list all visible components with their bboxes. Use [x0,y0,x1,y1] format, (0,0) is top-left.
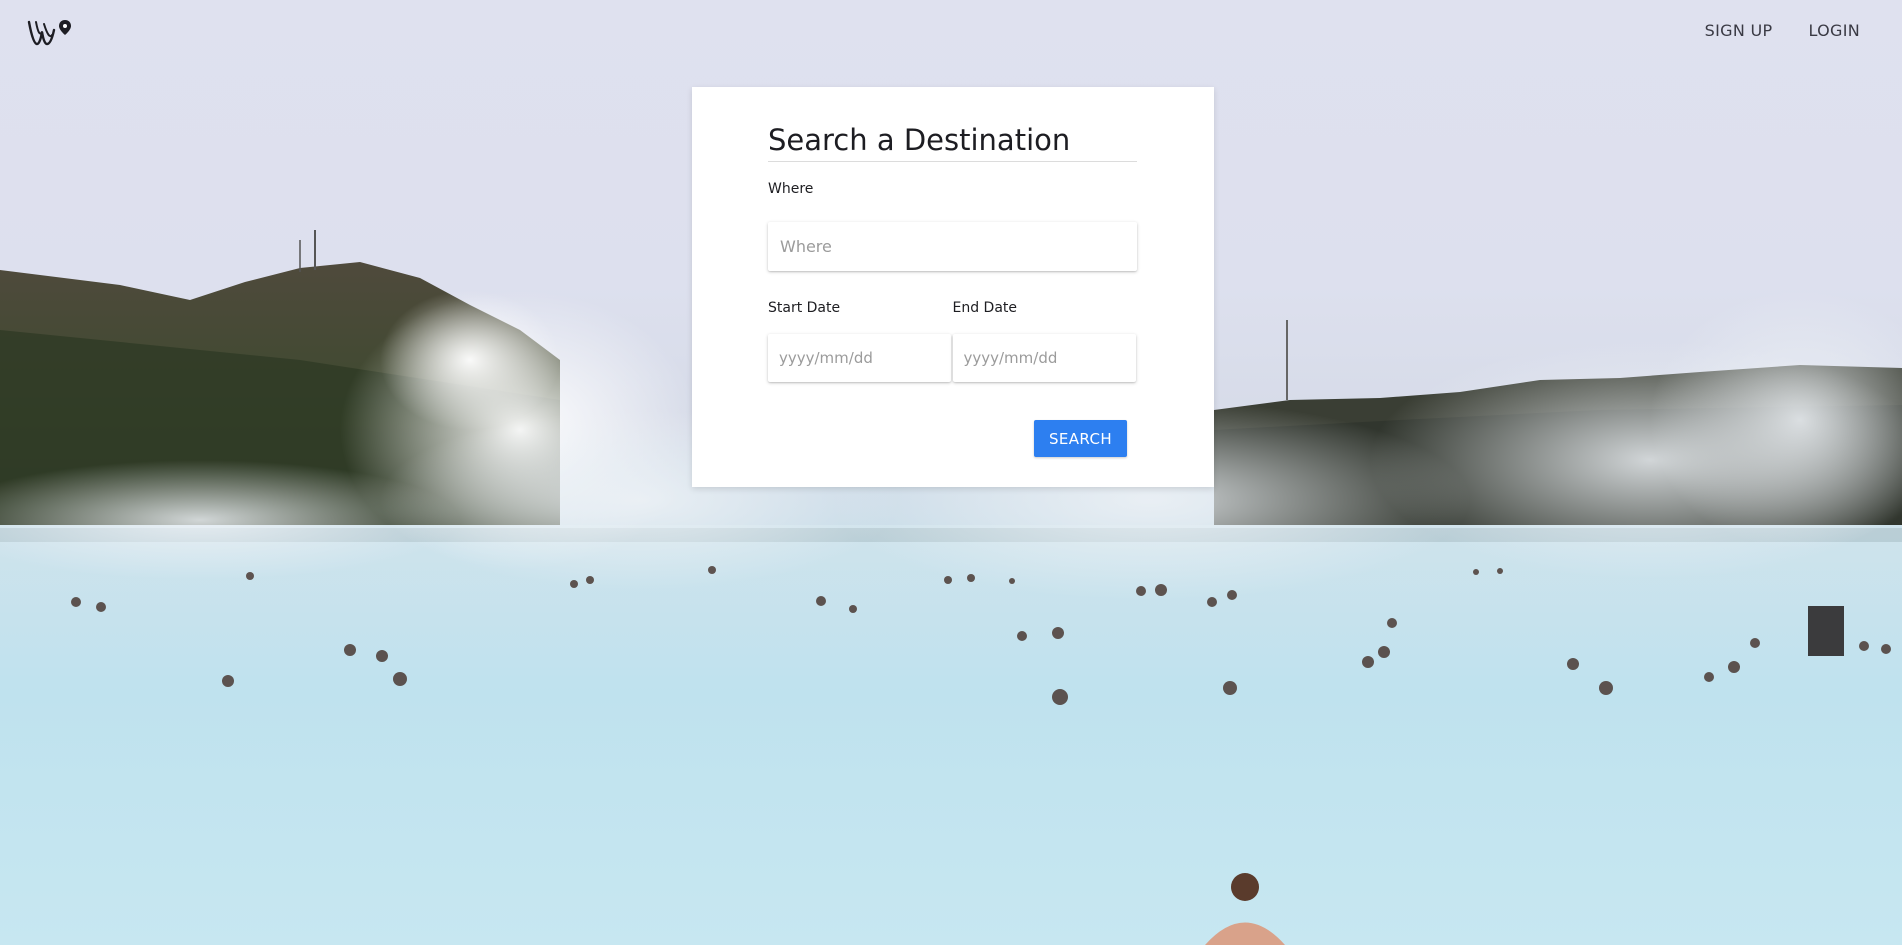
sign-up-link[interactable]: SIGN UP [1705,21,1773,40]
search-form: Search a Destination Where Start Date En… [768,87,1138,383]
top-navigation-bar: SIGN UP LOGIN [0,0,1902,62]
start-date-group: Start Date [768,300,953,383]
brand-logo-icon[interactable] [27,18,71,48]
where-input[interactable] [768,222,1137,272]
search-destination-card: Search a Destination Where Start Date En… [692,87,1214,487]
where-label: Where [768,181,814,198]
end-date-group: End Date [952,300,1138,383]
end-date-input[interactable] [952,334,1136,383]
logo-mark-icon [27,20,71,46]
header-nav: SIGN UP LOGIN [1705,21,1860,40]
start-date-label: Start Date [768,300,841,317]
date-range-row: Start Date End Date [768,300,1138,383]
login-link[interactable]: LOGIN [1808,21,1860,40]
search-button[interactable]: SEARCH [1034,420,1127,457]
page-title: Search a Destination [768,122,1137,163]
start-date-input[interactable] [768,334,951,383]
end-date-label: End Date [952,300,1018,317]
